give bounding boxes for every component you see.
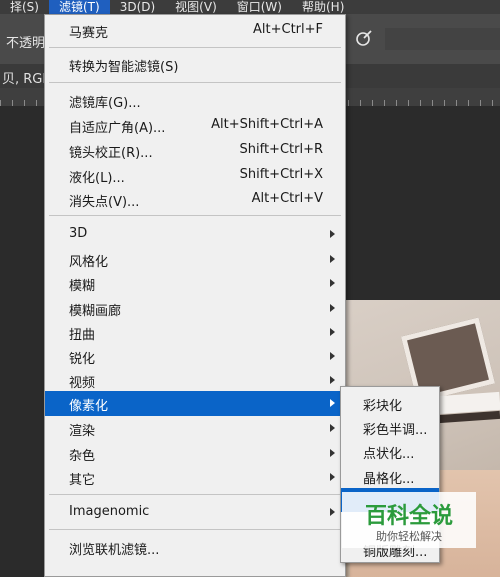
menu-view[interactable]: 视图(V) bbox=[165, 0, 227, 14]
submenu-arrow-icon bbox=[330, 230, 335, 238]
menu-item-shortcut: Alt+Ctrl+V bbox=[251, 191, 323, 206]
menu-item-imagenomic[interactable]: Imagenomic bbox=[45, 500, 345, 525]
menu-item-stylize[interactable]: 风格化 bbox=[45, 247, 345, 272]
opacity-label: 不透明 bbox=[6, 36, 46, 51]
workspace-left bbox=[0, 106, 42, 577]
menu-item-adaptive-wide-angle[interactable]: 自适应广角(A)... Alt+Shift+Ctrl+A bbox=[45, 113, 345, 138]
document-tab-label: 贝, RGI bbox=[2, 72, 47, 87]
submenu-item-facet[interactable]: 彩块化 bbox=[341, 391, 439, 415]
menu-item-distort[interactable]: 扭曲 bbox=[45, 320, 345, 345]
menu-item-convert-smart-filter[interactable]: 转换为智能滤镜(S) bbox=[45, 52, 345, 77]
menu-item-label: 3D bbox=[69, 226, 88, 241]
menu-item-label: 扭曲 bbox=[69, 328, 96, 343]
menu-select[interactable]: 择(S) bbox=[0, 0, 49, 14]
menu-item-label: 像素化 bbox=[69, 399, 109, 414]
menu-item-noise[interactable]: 杂色 bbox=[45, 441, 345, 466]
menu-filter[interactable]: 滤镜(T) bbox=[48, 0, 110, 14]
filter-menu: 马赛克 Alt+Ctrl+F 转换为智能滤镜(S) 滤镜库(G)... 自适应广… bbox=[44, 14, 346, 577]
menu-separator bbox=[49, 82, 341, 83]
menu-item-label: 镜头校正(R)... bbox=[69, 146, 153, 161]
menu-3d[interactable]: 3D(D) bbox=[110, 0, 165, 14]
submenu-item-pointillize[interactable]: 点状化... bbox=[341, 439, 439, 463]
submenu-arrow-icon bbox=[330, 328, 335, 336]
menu-item-video[interactable]: 视频 bbox=[45, 368, 345, 393]
submenu-arrow-icon bbox=[330, 304, 335, 312]
menubar: 择(S) 滤镜(T) 3D(D) 视图(V) 窗口(W) 帮助(H) bbox=[0, 0, 500, 14]
menu-item-label: 杂色 bbox=[69, 449, 96, 464]
menu-item-label: 渲染 bbox=[69, 424, 96, 439]
menu-item-label: 浏览联机滤镜... bbox=[69, 543, 160, 558]
options-field-right[interactable] bbox=[385, 28, 500, 50]
watermark-title: 百科全说 bbox=[364, 504, 453, 529]
submenu-arrow-icon bbox=[330, 376, 335, 384]
menu-item-shortcut: Shift+Ctrl+X bbox=[239, 167, 323, 182]
submenu-arrow-icon bbox=[330, 424, 335, 432]
menu-item-label: 液化(L)... bbox=[69, 171, 125, 186]
menu-item-label: 视频 bbox=[69, 376, 96, 391]
menu-item-render[interactable]: 渲染 bbox=[45, 416, 345, 441]
menu-help[interactable]: 帮助(H) bbox=[292, 0, 354, 14]
menu-item-blur-gallery[interactable]: 模糊画廊 bbox=[45, 296, 345, 321]
menu-item-liquify[interactable]: 液化(L)... Shift+Ctrl+X bbox=[45, 163, 345, 188]
menu-item-label: 锐化 bbox=[69, 352, 96, 367]
menu-separator bbox=[49, 47, 341, 48]
menu-item-3d[interactable]: 3D bbox=[45, 222, 345, 247]
menu-item-label: Imagenomic bbox=[69, 504, 150, 519]
menu-item-label: 转换为智能滤镜(S) bbox=[69, 60, 179, 75]
submenu-item-crystallize[interactable]: 晶格化... bbox=[341, 464, 439, 488]
menu-item-shortcut: Alt+Shift+Ctrl+A bbox=[211, 117, 323, 132]
submenu-item-label: 彩色半调... bbox=[363, 423, 428, 438]
submenu-arrow-icon bbox=[330, 352, 335, 360]
submenu-arrow-icon bbox=[330, 449, 335, 457]
menu-item-label: 风格化 bbox=[69, 255, 109, 270]
menu-item-shortcut: Alt+Ctrl+F bbox=[253, 22, 323, 37]
menu-item-blur[interactable]: 模糊 bbox=[45, 271, 345, 296]
menu-item-mosaic[interactable]: 马赛克 Alt+Ctrl+F bbox=[45, 18, 345, 43]
menu-item-lens-correction[interactable]: 镜头校正(R)... Shift+Ctrl+R bbox=[45, 138, 345, 163]
watermark-logo: 百科全说 助你轻松解决 bbox=[342, 492, 476, 548]
menu-window[interactable]: 窗口(W) bbox=[227, 0, 292, 14]
submenu-arrow-icon bbox=[330, 508, 335, 516]
menu-item-label: 消失点(V)... bbox=[69, 195, 140, 210]
submenu-arrow-icon bbox=[330, 255, 335, 263]
menu-item-label: 其它 bbox=[69, 473, 96, 488]
menu-item-label: 滤镜库(G)... bbox=[69, 96, 141, 111]
watermark-subtitle: 助你轻松解决 bbox=[376, 530, 442, 543]
menu-item-browse-online-filters[interactable]: 浏览联机滤镜... bbox=[45, 535, 345, 560]
menu-item-shortcut: Shift+Ctrl+R bbox=[239, 142, 324, 157]
menu-separator bbox=[49, 494, 341, 495]
submenu-arrow-icon bbox=[330, 473, 335, 481]
submenu-item-label: 彩块化 bbox=[363, 399, 403, 414]
menu-item-sharpen[interactable]: 锐化 bbox=[45, 344, 345, 369]
menu-item-filter-gallery[interactable]: 滤镜库(G)... bbox=[45, 88, 345, 113]
airbrush-icon[interactable] bbox=[354, 29, 374, 49]
menu-item-label: 马赛克 bbox=[69, 26, 109, 41]
menu-item-pixelate[interactable]: 像素化 bbox=[45, 391, 345, 416]
submenu-arrow-icon bbox=[330, 399, 335, 407]
submenu-item-label: 点状化... bbox=[363, 447, 415, 462]
menu-separator bbox=[49, 529, 341, 530]
menu-item-label: 自适应广角(A)... bbox=[69, 121, 166, 136]
menu-item-label: 模糊 bbox=[69, 279, 96, 294]
menu-separator bbox=[49, 215, 341, 216]
menu-item-other[interactable]: 其它 bbox=[45, 465, 345, 490]
submenu-arrow-icon bbox=[330, 279, 335, 287]
menu-item-vanishing-point[interactable]: 消失点(V)... Alt+Ctrl+V bbox=[45, 187, 345, 212]
menu-item-label: 模糊画廊 bbox=[69, 304, 122, 319]
submenu-item-color-halftone[interactable]: 彩色半调... bbox=[341, 415, 439, 439]
submenu-item-label: 晶格化... bbox=[363, 472, 415, 487]
